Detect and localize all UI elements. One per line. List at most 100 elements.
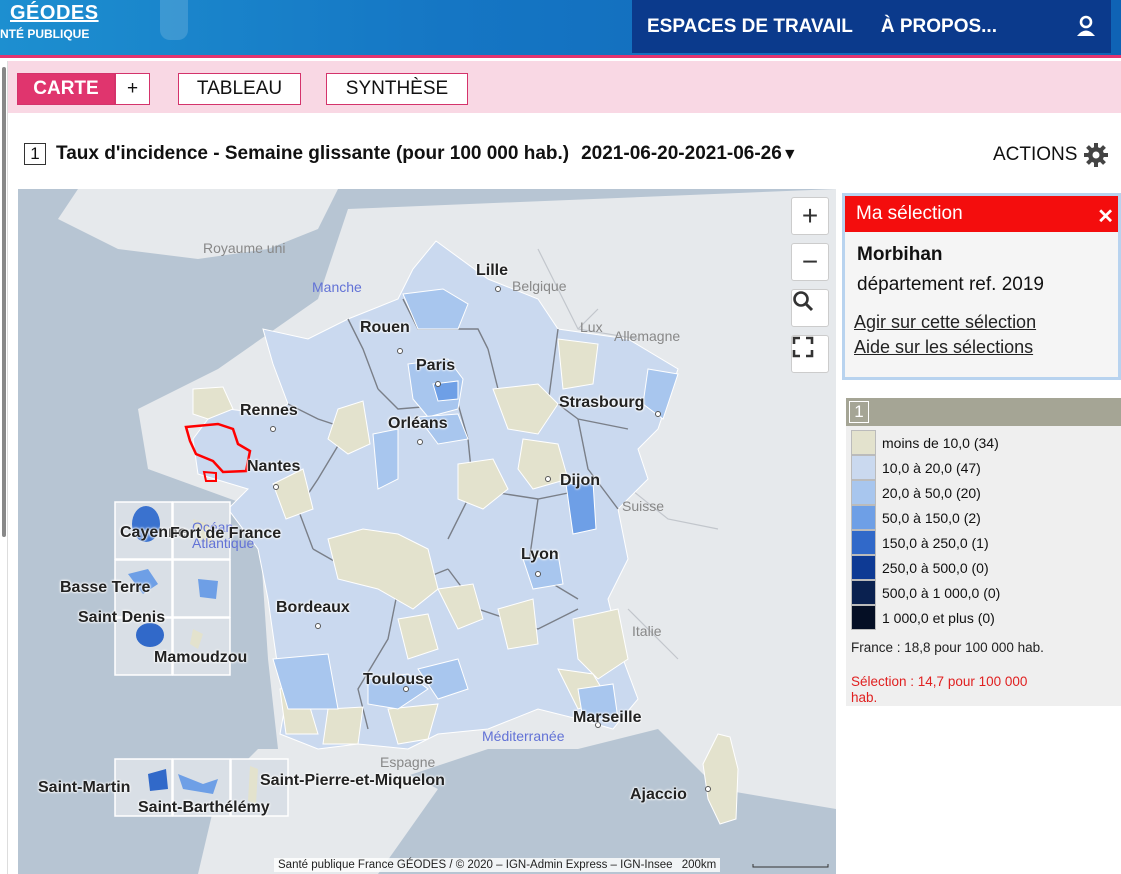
nav-workspaces[interactable]: ESPACES DE TRAVAIL (647, 16, 853, 38)
dept-beige[interactable] (322, 706, 364, 745)
label-manche: Manche (312, 279, 362, 295)
tab-tableau[interactable]: TABLEAU (178, 73, 301, 105)
legend-label: 500,0 à 1 000,0 (0) (882, 584, 1001, 601)
legend-label: 1 000,0 et plus (0) (882, 609, 995, 626)
vertical-scrollbar[interactable] (0, 61, 8, 874)
city-basse-terre[interactable]: Basse Terre (60, 579, 150, 597)
caret-down-icon: ▼ (781, 146, 798, 163)
search-button[interactable] (791, 289, 829, 327)
label-mediterranee: Méditerranée (482, 728, 565, 744)
nav-about[interactable]: À PROPOS... (881, 16, 997, 38)
legend-row[interactable]: 50,0 à 150,0 (2) (851, 505, 981, 530)
user-icon[interactable] (1075, 15, 1097, 37)
zoom-out-button[interactable]: − (791, 243, 829, 281)
reunion-shape[interactable] (136, 623, 164, 647)
legend-number: 1 (849, 401, 869, 423)
indicator-title: Taux d'incidence - Semaine glissante (po… (56, 143, 570, 164)
attribution-text: Santé publique France GÉODES / © 2020 – … (278, 859, 673, 871)
close-icon[interactable]: ✕ (1097, 204, 1114, 229)
add-map-button[interactable]: + (115, 73, 150, 105)
legend-row[interactable]: 150,0 à 250,0 (1) (851, 530, 989, 555)
legend-swatch (851, 530, 876, 555)
zoom-in-button[interactable]: + (791, 197, 829, 235)
uk-land (58, 189, 338, 259)
city-bordeaux[interactable]: Bordeaux (276, 599, 350, 617)
selection-panel: Ma sélection ✕ Morbihan département ref.… (842, 193, 1121, 380)
city-lille[interactable]: Lille (476, 262, 508, 280)
actions-menu[interactable]: ACTIONS (993, 142, 1109, 168)
brand-title: GÉODES (10, 2, 99, 24)
legend-row[interactable]: 250,0 à 500,0 (0) (851, 555, 989, 580)
scale-label: 200km (681, 859, 717, 871)
period-selector[interactable]: 2021-06-20-2021-06-26▼ (581, 143, 798, 165)
header-decoration (160, 0, 188, 40)
act-on-selection-link[interactable]: Agir sur cette sélection (854, 312, 1118, 333)
city-saint-barthelemy[interactable]: Saint-Barthélémy (138, 799, 270, 817)
actions-label: ACTIONS (993, 144, 1078, 165)
city-marseille[interactable]: Marseille (573, 709, 641, 727)
brand-subtitle: NTÉ PUBLIQUE (0, 27, 90, 41)
label-belgique: Belgique (512, 278, 567, 294)
city-saint-martin[interactable]: Saint-Martin (38, 779, 130, 797)
legend-row[interactable]: 10,0 à 20,0 (47) (851, 455, 981, 480)
city-rennes[interactable]: Rennes (240, 402, 298, 420)
city-ajaccio[interactable]: Ajaccio (630, 786, 687, 804)
legend-row[interactable]: 1 000,0 et plus (0) (851, 605, 995, 630)
legend-france-value: France : 18,8 pour 100 000 hab. (851, 640, 1044, 655)
selection-name: Morbihan (857, 244, 943, 265)
label-allemagne: Allemagne (614, 328, 681, 344)
city-saint-pierre-miquelon[interactable]: Saint-Pierre-et-Miquelon (260, 772, 445, 790)
scale-bar (752, 864, 829, 868)
city-paris[interactable]: Paris (416, 357, 455, 375)
legend-swatch (851, 480, 876, 505)
legend-row[interactable]: 500,0 à 1 000,0 (0) (851, 580, 1000, 605)
city-orleans[interactable]: Orléans (388, 415, 448, 433)
legend-row[interactable]: 20,0 à 50,0 (20) (851, 480, 981, 505)
legend-swatch (851, 505, 876, 530)
selection-help-link[interactable]: Aide sur les sélections (854, 337, 1118, 358)
tab-carte[interactable]: CARTE (17, 73, 115, 105)
legend-label: 250,0 à 500,0 (0) (882, 559, 989, 576)
legend-swatch (851, 430, 876, 455)
guadeloupe-shape2[interactable] (198, 579, 218, 599)
city-dijon[interactable]: Dijon (560, 472, 600, 490)
legend-row[interactable]: moins de 10,0 (34) (851, 430, 999, 455)
city-mamoudzou[interactable]: Mamoudzou (154, 649, 247, 667)
selection-type: département ref. 2019 (857, 274, 1044, 295)
map-legend: moins de 10,0 (34) 10,0 à 20,0 (47) 20,0 à… (846, 426, 1121, 706)
top-navigation: ESPACES DE TRAVAIL À PROPOS... (632, 0, 1111, 53)
map-attribution: Santé publique France GÉODES / © 2020 – … (274, 858, 721, 872)
legend-header: 1 (846, 398, 1121, 426)
city-toulouse[interactable]: Toulouse (363, 671, 433, 689)
label-italie: Italie (632, 623, 662, 639)
legend-swatch (851, 555, 876, 580)
legend-label: 50,0 à 150,0 (2) (882, 509, 981, 526)
city-saint-denis[interactable]: Saint Denis (78, 609, 165, 627)
legend-selection-value: Sélection : 14,7 pour 100 000 hab. (851, 674, 1028, 705)
city-rouen[interactable]: Rouen (360, 319, 410, 337)
fullscreen-button[interactable] (791, 335, 829, 373)
search-icon (793, 291, 814, 312)
tab-synthese[interactable]: SYNTHÈSE (326, 73, 468, 105)
legend-swatch (851, 455, 876, 480)
gear-icon (1084, 143, 1109, 167)
city-strasbourg[interactable]: Strasbourg (559, 394, 644, 412)
choropleth-map[interactable]: Royaume uni Belgique Lux Allemagne Suiss… (18, 189, 836, 874)
legend-label: moins de 10,0 (34) (882, 434, 999, 451)
city-lyon[interactable]: Lyon (521, 546, 559, 564)
indicator-number: 1 (24, 143, 46, 165)
brand-logo[interactable]: GÉODES NTÉ PUBLIQUE (0, 2, 99, 41)
legend-label: 150,0 à 250,0 (1) (882, 534, 989, 551)
city-nantes[interactable]: Nantes (247, 458, 300, 476)
dept-blue[interactable] (372, 428, 399, 490)
fullscreen-icon (792, 336, 814, 358)
label-lux: Lux (580, 319, 603, 335)
label-royaume-uni: Royaume uni (203, 240, 286, 256)
scrollbar-thumb[interactable] (2, 67, 6, 537)
legend-swatch (851, 605, 876, 630)
legend-swatch (851, 580, 876, 605)
dept-beige[interactable] (557, 338, 599, 390)
label-suisse: Suisse (622, 498, 665, 514)
city-fort-de-france[interactable]: Fort de France (170, 525, 281, 543)
view-tabs-bar: CARTE + TABLEAU SYNTHÈSE (8, 61, 1121, 113)
